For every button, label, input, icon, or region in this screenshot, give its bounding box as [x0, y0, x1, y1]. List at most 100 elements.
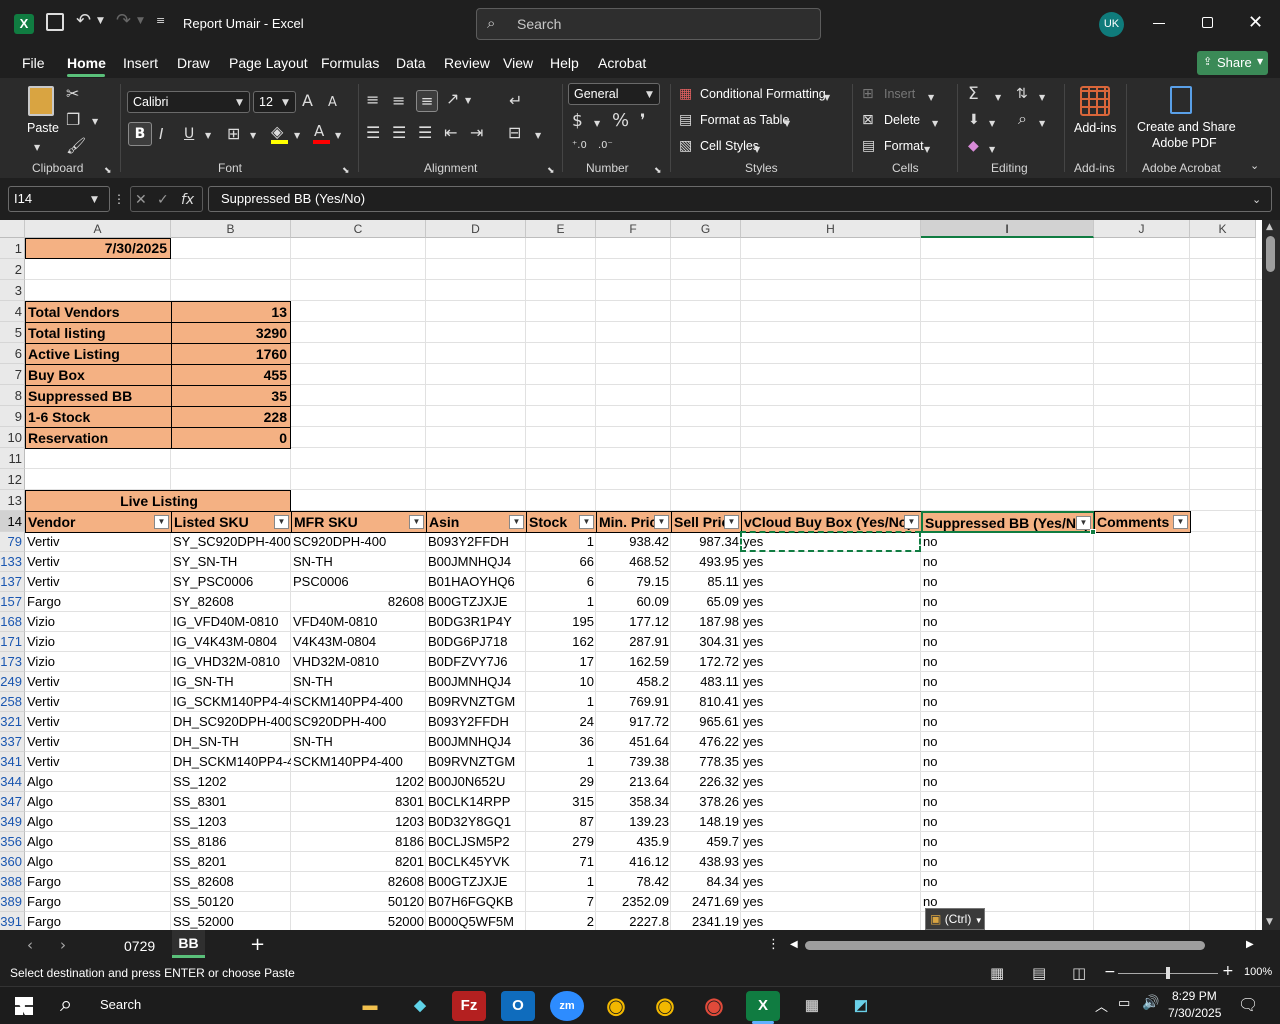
- decrease-indent-icon[interactable]: ⇤: [444, 123, 457, 143]
- menu-view[interactable]: View: [503, 55, 533, 71]
- table-cell[interactable]: SCKM140PP4-400: [291, 692, 426, 712]
- table-cell[interactable]: 139.23: [596, 812, 671, 832]
- row-header-341[interactable]: 341: [0, 752, 25, 772]
- table-cell[interactable]: 917.72: [596, 712, 671, 732]
- column-header-k[interactable]: K: [1190, 220, 1256, 238]
- table-cell[interactable]: yes: [741, 752, 921, 772]
- zoom-out-icon[interactable]: −: [1104, 964, 1116, 980]
- row-header-349[interactable]: 349: [0, 812, 25, 832]
- table-cell[interactable]: Vertiv: [25, 712, 171, 732]
- menu-data[interactable]: Data: [396, 55, 426, 71]
- table-cell[interactable]: Algo: [25, 772, 171, 792]
- sheet-tab-bb[interactable]: BB: [172, 930, 205, 958]
- table-header-cell[interactable]: Vendor ▼: [25, 511, 172, 533]
- table-cell[interactable]: V4K43M-0804: [291, 632, 426, 652]
- table-cell[interactable]: 458.2: [596, 672, 671, 692]
- notepad-icon[interactable]: ◩: [844, 991, 878, 1021]
- row-header-11[interactable]: 11: [0, 448, 25, 469]
- menu-review[interactable]: Review: [444, 55, 490, 71]
- copy-icon[interactable]: ❐: [66, 110, 80, 130]
- windows-start-icon[interactable]: [15, 997, 33, 1015]
- vertical-scrollbar[interactable]: ▲ ▼: [1262, 220, 1280, 930]
- row-header-10[interactable]: 10: [0, 427, 25, 448]
- orientation-icon[interactable]: ↗: [446, 89, 459, 109]
- row-header-321[interactable]: 321: [0, 712, 25, 732]
- table-cell[interactable]: 778.35: [671, 752, 741, 772]
- filter-dropdown-icon[interactable]: ▼: [654, 515, 669, 529]
- table-cell[interactable]: VFD40M-0810: [291, 612, 426, 632]
- row-header-3[interactable]: 3: [0, 280, 25, 301]
- chrome-icon-2[interactable]: ◉: [648, 991, 682, 1021]
- table-cell[interactable]: 82608: [291, 592, 426, 612]
- row-header-258[interactable]: 258: [0, 692, 25, 712]
- redo-dropdown-icon[interactable]: ▼: [137, 16, 144, 26]
- table-cell[interactable]: Vertiv: [25, 752, 171, 772]
- column-header-d[interactable]: D: [426, 220, 526, 238]
- summary-label-cell[interactable]: Reservation: [25, 427, 172, 449]
- filter-dropdown-icon[interactable]: ▼: [1076, 516, 1091, 530]
- column-header-g[interactable]: G: [671, 220, 741, 238]
- table-cell[interactable]: 1202: [291, 772, 426, 792]
- normal-view-icon[interactable]: ▦: [990, 964, 1004, 982]
- zoom-level[interactable]: 100%: [1244, 966, 1272, 978]
- ribbon-collapse-icon[interactable]: ⌄: [1250, 156, 1259, 176]
- table-cell[interactable]: 78.42: [596, 872, 671, 892]
- table-cell[interactable]: Algo: [25, 852, 171, 872]
- table-cell[interactable]: no: [921, 732, 1094, 752]
- clock-date[interactable]: 7/30/2025: [1168, 1006, 1221, 1020]
- table-cell[interactable]: Algo: [25, 832, 171, 852]
- table-cell[interactable]: 82608: [291, 872, 426, 892]
- table-cell[interactable]: yes: [741, 852, 921, 872]
- row-header-79[interactable]: 79: [0, 532, 25, 552]
- zoom-slider-thumb[interactable]: [1166, 967, 1170, 979]
- formula-input[interactable]: Suppressed BB (Yes/No): [208, 186, 1272, 212]
- orientation-dropdown-icon[interactable]: ▼: [465, 91, 471, 111]
- avatar[interactable]: UK: [1099, 12, 1124, 37]
- cancel-entry-icon[interactable]: ✕: [135, 190, 147, 210]
- table-cell[interactable]: 71: [526, 852, 596, 872]
- row-header-133[interactable]: 133: [0, 552, 25, 572]
- prev-sheet-icon[interactable]: ‹: [27, 936, 33, 954]
- table-header-cell[interactable]: Comments ▼: [1094, 511, 1191, 533]
- zoom-in-icon[interactable]: +: [1222, 963, 1234, 979]
- table-cell[interactable]: 451.64: [596, 732, 671, 752]
- undo-icon[interactable]: ↶: [76, 10, 91, 31]
- row-header-1[interactable]: 1: [0, 238, 25, 259]
- decrease-decimal-icon[interactable]: .0⁻: [598, 136, 613, 156]
- table-cell[interactable]: B00GTZJXJE: [426, 592, 526, 612]
- taskbar-search-label[interactable]: Search: [100, 997, 141, 1012]
- table-cell[interactable]: B0CLK14RPP: [426, 792, 526, 812]
- table-cell[interactable]: 1: [526, 592, 596, 612]
- select-all-corner[interactable]: [0, 220, 25, 238]
- calculator-icon[interactable]: ▦: [795, 991, 829, 1021]
- align-bottom-button[interactable]: ≡: [416, 90, 438, 112]
- table-header-cell[interactable]: vCloud Buy Box (Yes/No) ▼: [741, 511, 922, 533]
- format-as-table-dropdown-icon[interactable]: ▼: [784, 114, 790, 134]
- find-select-dropdown-icon[interactable]: ▼: [1039, 114, 1045, 134]
- summary-value-cell[interactable]: 455: [171, 364, 291, 386]
- merge-dropdown-icon[interactable]: ▼: [535, 126, 541, 146]
- table-cell[interactable]: 315: [526, 792, 596, 812]
- table-cell[interactable]: 177.12: [596, 612, 671, 632]
- add-ins-button[interactable]: Add-ins: [1074, 121, 1116, 135]
- vertical-scroll-thumb[interactable]: [1266, 236, 1275, 272]
- table-cell[interactable]: Vertiv: [25, 532, 171, 552]
- font-color-dropdown-icon[interactable]: ▼: [335, 126, 341, 146]
- underline-dropdown-icon[interactable]: ▼: [205, 126, 211, 146]
- table-cell[interactable]: B07H6FGQKB: [426, 892, 526, 912]
- chrome-icon-1[interactable]: ◉: [599, 991, 633, 1021]
- worksheet-grid[interactable]: A B C D E F G H I J K 1 2 3 4 5 6 7 8 9 10 11 12 13 14 79 133 137 15…: [0, 220, 1262, 930]
- table-cell[interactable]: 304.31: [671, 632, 741, 652]
- table-cell[interactable]: 29: [526, 772, 596, 792]
- summary-value-cell[interactable]: 3290: [171, 322, 291, 344]
- table-cell[interactable]: no: [921, 832, 1094, 852]
- autosum-icon[interactable]: Σ: [968, 84, 979, 104]
- row-header-4[interactable]: 4: [0, 301, 25, 322]
- table-cell[interactable]: 459.7: [671, 832, 741, 852]
- table-cell[interactable]: 17: [526, 652, 596, 672]
- format-painter-icon[interactable]: 🖌: [66, 136, 86, 156]
- clear-dropdown-icon[interactable]: ▼: [989, 140, 995, 160]
- format-cells-dropdown-icon[interactable]: ▼: [924, 140, 930, 160]
- table-cell[interactable]: 226.32: [671, 772, 741, 792]
- table-cell[interactable]: 810.41: [671, 692, 741, 712]
